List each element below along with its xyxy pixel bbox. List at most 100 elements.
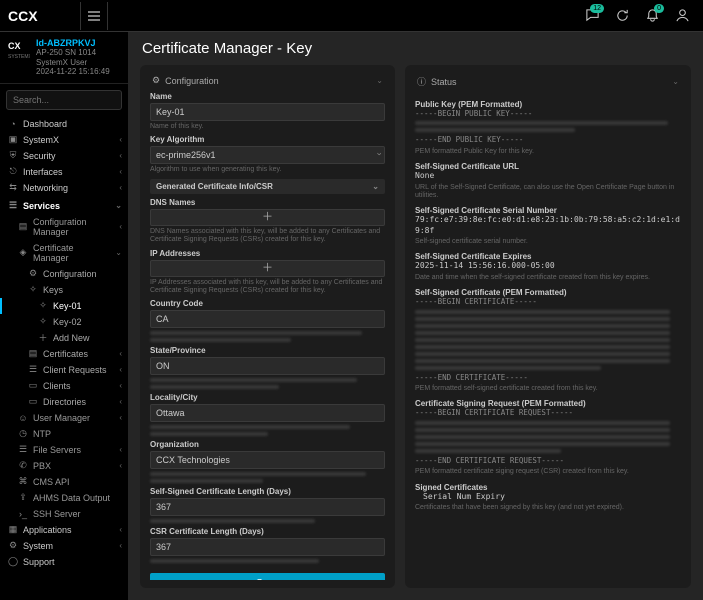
state-label: State/Province — [150, 346, 385, 355]
plug-icon: ⎋ — [8, 167, 18, 177]
algo-hint: Algorithm to use when generating this ke… — [150, 166, 385, 174]
nav-certificates[interactable]: ▤Certificates‹ — [0, 346, 128, 362]
signed-label: Signed Certificates — [415, 483, 681, 492]
ssserial-label: Self-Signed Certificate Serial Number — [415, 206, 681, 215]
file-icon: ▤ — [18, 222, 28, 232]
nav-system[interactable]: ⚙System‹ — [0, 538, 128, 554]
box-icon: ▣ — [8, 135, 18, 145]
clock-icon: ◷ — [18, 429, 28, 439]
city-label: Locality/City — [150, 393, 385, 402]
nav-user-manager[interactable]: ☺User Manager‹ — [0, 410, 128, 426]
status-panel-header[interactable]: ⓘ Status⌄ — [413, 73, 683, 94]
bell-icon[interactable]: 0 — [639, 3, 665, 29]
city-input[interactable] — [150, 404, 385, 422]
nav-ssh[interactable]: ›_SSH Server — [0, 506, 128, 522]
hint-placeholder — [150, 331, 385, 342]
sslen-input[interactable] — [150, 498, 385, 516]
csr-end: -----END CERTIFICATE REQUEST----- — [415, 456, 681, 465]
algo-select[interactable] — [150, 146, 385, 164]
ssserial-hint: Self-signed certificate serial number. — [415, 238, 681, 246]
nav-client-requests[interactable]: ☰Client Requests‹ — [0, 362, 128, 378]
country-input[interactable] — [150, 310, 385, 328]
dns-label: DNS Names — [150, 198, 385, 207]
page-title: Certificate Manager - Key — [128, 32, 703, 65]
device-sn: AP-250 SN 1014 — [36, 48, 110, 58]
csr-begin: -----BEGIN CERTIFICATE REQUEST----- — [415, 408, 681, 417]
terminal-icon: ›_ — [18, 509, 28, 519]
algo-label: Key Algorithm — [150, 135, 385, 144]
sscert-hint: PEM formatted self-signed certificate cr… — [415, 385, 681, 393]
key-icon: ✧ — [28, 285, 38, 295]
nav-keys[interactable]: ✧Keys — [0, 282, 128, 298]
nav-key-01[interactable]: ✧Key-01 — [0, 298, 128, 314]
nav-add-key[interactable]: ＋Add New — [0, 330, 128, 346]
gear-icon: ⚙ — [8, 541, 18, 551]
info-icon: ⓘ — [417, 75, 426, 88]
nav-ntp[interactable]: ◷NTP — [0, 426, 128, 442]
nav-pbx[interactable]: ✆PBX‹ — [0, 458, 128, 474]
csrlen-label: CSR Certificate Length (Days) — [150, 527, 385, 536]
chat-icon[interactable]: 12 — [579, 3, 605, 29]
nav-directories[interactable]: ▭Directories‹ — [0, 394, 128, 410]
gauge-icon: ◔ — [8, 119, 18, 129]
hint-placeholder — [150, 559, 385, 563]
folder-icon: ▭ — [28, 381, 38, 391]
config-panel-header[interactable]: ⚙ Configuration⌄ — [148, 73, 387, 92]
state-input[interactable] — [150, 357, 385, 375]
folder-icon: ▭ — [28, 397, 38, 407]
hint-placeholder — [150, 378, 385, 389]
hint-placeholder — [150, 519, 385, 523]
menu-toggle[interactable] — [80, 2, 108, 30]
svg-text:CCX: CCX — [8, 8, 38, 24]
grid-icon: ▦ — [8, 525, 18, 535]
ssserial-value: 79:fc:e7:39:8e:fc:e0:d1:e8:23:1b:0b:79:5… — [415, 215, 681, 236]
sscert-end: -----END CERTIFICATE----- — [415, 373, 681, 382]
ssurl-hint: URL of the Self-Signed Certificate, can … — [415, 184, 681, 201]
api-icon: ⌘ — [18, 477, 28, 487]
nav-config-manager[interactable]: ▤Configuration Manager‹ — [0, 214, 128, 240]
name-input[interactable] — [150, 103, 385, 121]
user-icon[interactable] — [669, 3, 695, 29]
search-input[interactable] — [6, 90, 122, 110]
pubkey-body — [415, 121, 681, 132]
nav-cms-api[interactable]: ⌘CMS API — [0, 474, 128, 490]
nav-systemx[interactable]: ▣SystemX‹ — [0, 132, 128, 148]
ip-hint: IP Addresses associated with this key, w… — [150, 279, 385, 296]
chat-badge: 12 — [590, 4, 604, 13]
hint-placeholder — [150, 472, 385, 483]
nav-cert-config[interactable]: ⚙Configuration — [0, 266, 128, 282]
nav-dashboard[interactable]: ◔Dashboard — [0, 116, 128, 132]
doc-icon: ▤ — [28, 349, 38, 359]
nav-key-02[interactable]: ✧Key-02 — [0, 314, 128, 330]
ssurl-label: Self-Signed Certificate URL — [415, 162, 681, 171]
csrlen-input[interactable] — [150, 538, 385, 556]
nav-support[interactable]: ◯Support — [0, 554, 128, 570]
device-id: Id-ABZRPKVJ — [36, 38, 110, 48]
dns-add-button[interactable]: ＋ — [150, 209, 385, 226]
csr-label: Certificate Signing Request (PEM Formatt… — [415, 399, 681, 408]
shield-icon: ⛨ — [8, 151, 18, 161]
list-icon: ☰ — [28, 365, 38, 375]
nav-cert-manager[interactable]: ◈Certificate Manager⌄ — [0, 240, 128, 266]
plus-icon: ＋ — [38, 333, 48, 343]
generated-section-header[interactable]: Generated Certificate Info/CSR⌄ — [150, 179, 385, 194]
nav-services[interactable]: ☰Services⌄ — [0, 196, 128, 214]
nav-clients[interactable]: ▭Clients‹ — [0, 378, 128, 394]
nav-file-servers[interactable]: ☰File Servers‹ — [0, 442, 128, 458]
nav-applications[interactable]: ▦Applications‹ — [0, 522, 128, 538]
ip-label: IP Addresses — [150, 249, 385, 258]
key-icon: ✧ — [38, 317, 48, 327]
nav-interfaces[interactable]: ⎋Interfaces‹ — [0, 164, 128, 180]
refresh-icon[interactable] — [609, 3, 635, 29]
ssexp-value: 2025-11-14 15:56:16.000-05:00 — [415, 261, 681, 271]
nav-security[interactable]: ⛨Security‹ — [0, 148, 128, 164]
nav-networking[interactable]: ⇆Networking‹ — [0, 180, 128, 196]
ip-add-button[interactable]: ＋ — [150, 260, 385, 277]
org-input[interactable] — [150, 451, 385, 469]
brand-logo: CCX — [8, 6, 68, 26]
pubkey-end: -----END PUBLIC KEY----- — [415, 135, 681, 144]
save-button[interactable]: Save — [150, 573, 385, 580]
nav-ahms[interactable]: ⇪AHMS Data Output — [0, 490, 128, 506]
server-icon: ☰ — [18, 445, 28, 455]
country-label: Country Code — [150, 299, 385, 308]
